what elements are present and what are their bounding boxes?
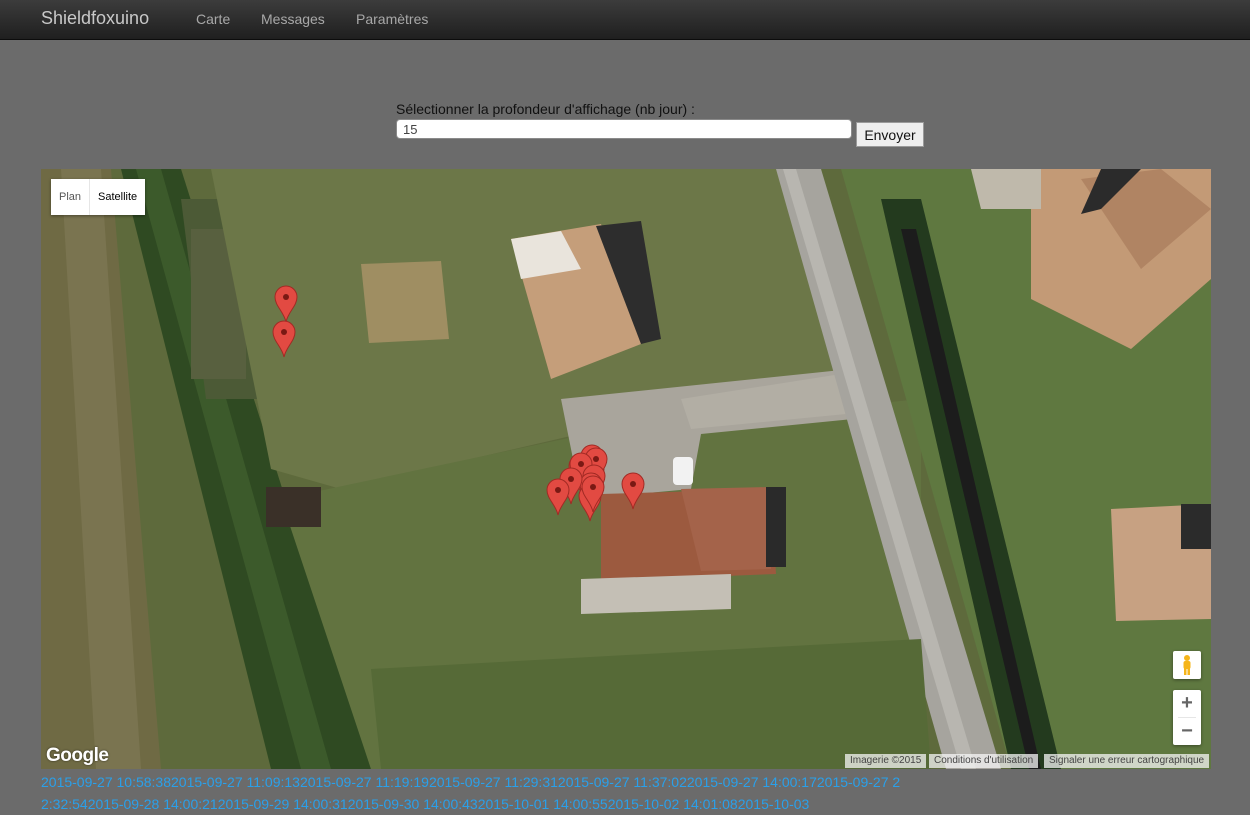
log-entry[interactable]: 2015-10-02 14:01:08 [608,796,738,812]
log-entry[interactable]: 2015-09-27 11:09:13 [171,774,300,790]
log-entry[interactable]: 2015-10-01 14:00:55 [478,796,608,812]
log-entry[interactable]: 2015-09-30 14:00:43 [348,796,478,812]
log-entry[interactable]: 2015-09-27 11:29:31 [429,774,558,790]
log-entry[interactable]: 2015-09-27 10:58:38 [41,774,171,790]
google-logo: Google [46,745,109,766]
zoom-in-button[interactable]: + [1173,690,1201,717]
brand-link[interactable]: Shieldfoxuino [41,8,149,29]
send-button[interactable]: Envoyer [856,122,924,147]
depth-label: Sélectionner la profondeur d'affichage (… [396,101,695,117]
log-entry[interactable]: 2015-10-03 [738,796,810,812]
pegman-button[interactable] [1173,651,1201,679]
attribution-imagery: Imagerie ©2015 [845,754,927,768]
log-entry[interactable]: 2015-09-28 14:00:21 [88,796,218,812]
navbar: Shieldfoxuino Carte Messages Paramètres [0,0,1250,40]
attribution-terms-link[interactable]: Conditions d'utilisation [929,754,1039,768]
map-marker[interactable] [546,478,570,516]
nav-item-parametres[interactable]: Paramètres [356,11,428,27]
log-entry[interactable]: 2015-09-27 11:19:19 [300,774,429,790]
map-type-satellite[interactable]: Satellite [89,179,145,215]
map-canvas[interactable]: Plan Satellite + − Google Imagerie ©2015… [41,169,1211,769]
timestamp-log: 2015-09-27 10:58:382015-09-27 11:09:1320… [41,771,911,815]
nav-item-carte[interactable]: Carte [196,11,230,27]
depth-input[interactable] [396,119,852,139]
map-type-plan[interactable]: Plan [51,179,89,215]
log-entry[interactable]: 2015-09-27 14:00:17 [687,774,817,790]
log-entry[interactable]: 2015-09-29 14:00:31 [218,796,348,812]
marker-layer [272,285,645,522]
log-entry[interactable]: 2015-09-27 11:37:02 [558,774,687,790]
zoom-control: + − [1173,690,1201,745]
attribution-report-link[interactable]: Signaler une erreur cartographique [1044,754,1210,768]
map-marker[interactable] [274,285,298,323]
map-type-control: Plan Satellite [51,179,146,215]
pegman-icon [1183,655,1191,675]
zoom-out-button[interactable]: − [1173,718,1201,745]
map-marker[interactable] [621,472,645,510]
nav-item-messages[interactable]: Messages [261,11,325,27]
map-marker[interactable] [272,320,296,358]
